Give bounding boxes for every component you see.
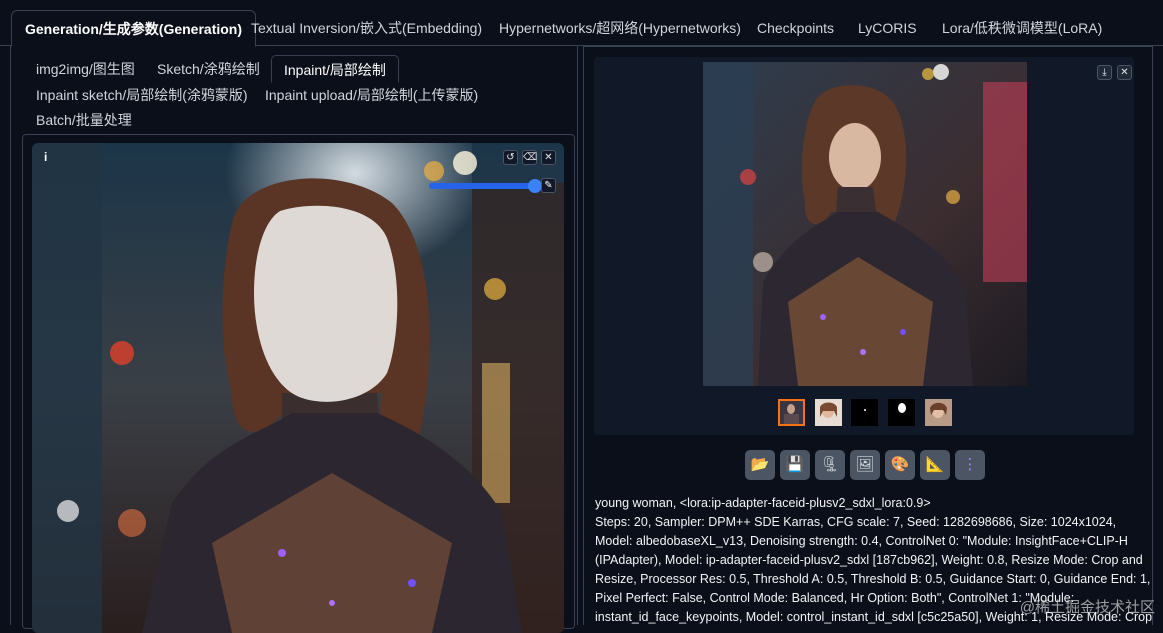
subtab-sketch[interactable]: Sketch/涂鸦绘制 bbox=[157, 55, 260, 83]
gallery-thumbnail-1[interactable] bbox=[778, 399, 805, 426]
undo-icon[interactable]: ↺ bbox=[503, 150, 518, 165]
inpaint-canvas[interactable] bbox=[32, 143, 564, 633]
brush-size-slider[interactable] bbox=[429, 183, 536, 189]
send-to-extras-icon: 📐 bbox=[925, 456, 945, 473]
download-icon[interactable]: ⤓ bbox=[1097, 65, 1112, 80]
output-image-graphic bbox=[703, 62, 1027, 386]
subtab-inpaint[interactable]: Inpaint/局部绘制 bbox=[271, 55, 399, 83]
inpaint-mask bbox=[254, 205, 398, 402]
tab-lora[interactable]: Lora/低秩微调模型(LoRA) bbox=[942, 10, 1102, 46]
gallery-thumbnail-2[interactable] bbox=[815, 399, 842, 426]
tab-lycoris[interactable]: LyCORIS bbox=[858, 10, 917, 46]
gallery-thumbnail-3[interactable] bbox=[851, 399, 878, 426]
inpaint-image bbox=[32, 143, 564, 633]
send-to-img2img-button[interactable]: 🖼 bbox=[850, 450, 880, 480]
subtab-img2img[interactable]: img2img/图生图 bbox=[36, 55, 135, 83]
send-to-controlnet-icon: ⋮ bbox=[962, 456, 978, 473]
subtab-inpaint-sketch[interactable]: Inpaint sketch/局部绘制(涂鸦蒙版) bbox=[36, 81, 248, 109]
save-icon: 💾 bbox=[785, 456, 805, 473]
brush-icon[interactable]: ✎ bbox=[541, 178, 556, 193]
send-to-img2img-icon: 🖼 bbox=[855, 456, 875, 473]
gallery-thumbnail-5[interactable] bbox=[925, 399, 952, 426]
send-to-extras-button[interactable]: 📐 bbox=[920, 450, 950, 480]
zip-icon: 🗜 bbox=[820, 456, 840, 473]
tab-textual-inversion[interactable]: Textual Inversion/嵌入式(Embedding) bbox=[251, 10, 482, 46]
gallery-thumbnail-4[interactable] bbox=[888, 399, 915, 426]
send-to-controlnet-button[interactable]: ⋮ bbox=[955, 450, 985, 480]
brush-size-handle[interactable] bbox=[528, 179, 542, 193]
close-icon[interactable]: ✕ bbox=[541, 150, 556, 165]
tab-hypernetworks[interactable]: Hypernetworks/超网络(Hypernetworks) bbox=[499, 10, 741, 46]
zip-button[interactable]: 🗜 bbox=[815, 450, 845, 480]
eraser-icon[interactable]: ⌫ bbox=[522, 150, 537, 165]
top-tab-bar: Generation/生成参数(Generation) Textual Inve… bbox=[0, 0, 1163, 47]
subtab-inpaint-upload[interactable]: Inpaint upload/局部绘制(上传蒙版) bbox=[265, 81, 478, 109]
folder-icon: 📂 bbox=[750, 456, 770, 473]
tab-generation[interactable]: Generation/生成参数(Generation) bbox=[11, 10, 257, 47]
open-folder-button[interactable]: 📂 bbox=[745, 450, 775, 480]
save-button[interactable]: 💾 bbox=[780, 450, 810, 480]
subtab-batch[interactable]: Batch/批量处理 bbox=[36, 106, 132, 134]
send-to-inpaint-icon: 🎨 bbox=[890, 456, 910, 473]
output-image[interactable] bbox=[703, 62, 1027, 386]
tab-checkpoints[interactable]: Checkpoints bbox=[757, 10, 834, 46]
info-icon[interactable]: i bbox=[44, 150, 47, 164]
send-to-inpaint-button[interactable]: 🎨 bbox=[885, 450, 915, 480]
watermark: @稀土掘金技术社区 bbox=[1019, 599, 1155, 616]
close-gallery-icon[interactable]: ✕ bbox=[1117, 65, 1132, 80]
